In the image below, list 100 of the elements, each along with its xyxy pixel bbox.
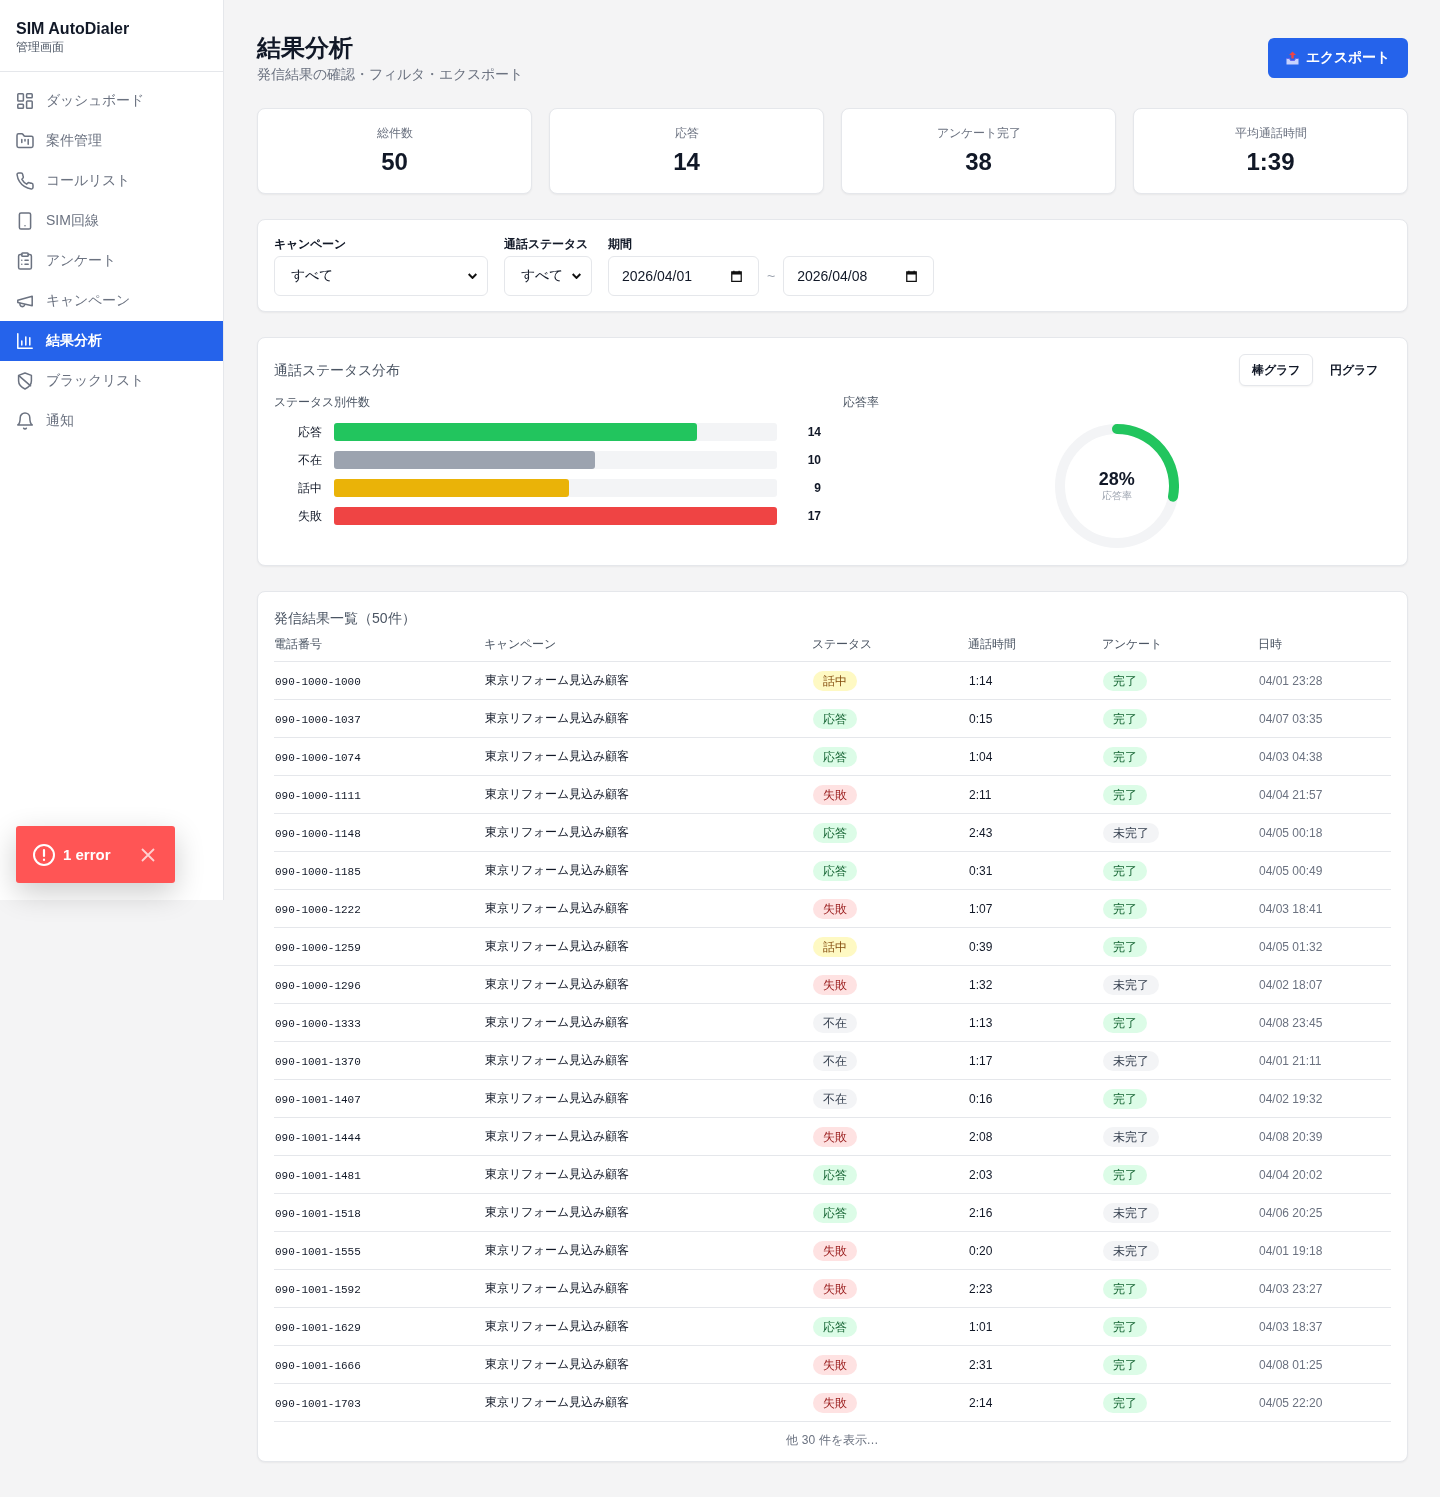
duration-cell: 1:32 <box>969 977 993 992</box>
column-header: アンケート <box>1102 637 1162 651</box>
datetime-cell: 04/04 20:02 <box>1259 1167 1323 1182</box>
status-badge: 失敗 <box>813 974 857 995</box>
datetime-cell: 04/01 23:28 <box>1259 673 1323 688</box>
brand-name: SIM AutoDialer <box>16 19 131 39</box>
alert-circle-icon <box>33 843 55 866</box>
rate-caption: 応答率 <box>1101 490 1132 502</box>
tray-arrow-up-icon <box>1286 51 1299 65</box>
datetime-cell: 04/05 00:49 <box>1259 863 1323 878</box>
stat-value: 14 <box>672 147 701 177</box>
status-badge: 不在 <box>813 1088 857 1109</box>
survey-badge: 完了 <box>1103 746 1147 767</box>
chart-view-tab[interactable]: 円グラフ <box>1317 354 1391 386</box>
column-header: 電話番号 <box>274 637 322 651</box>
status-select[interactable]: すべて <box>504 256 592 296</box>
datetime-cell: 04/04 21:57 <box>1259 787 1323 802</box>
survey-badge: 完了 <box>1103 708 1147 729</box>
rate-value: 28% <box>1098 468 1135 490</box>
survey-badge: 未完了 <box>1103 1240 1159 1261</box>
status-badge: 応答 <box>813 708 857 729</box>
phone-cell: 090-1000-1222 <box>275 903 361 916</box>
phone-cell: 090-1001-1444 <box>275 1131 361 1144</box>
phone-cell: 090-1001-1592 <box>275 1283 361 1296</box>
sidebar-item[interactable]: アンケート <box>0 241 223 281</box>
phone-cell: 090-1001-1518 <box>275 1207 361 1220</box>
survey-badge: 未完了 <box>1103 974 1159 995</box>
status-badge: 応答 <box>813 1164 857 1185</box>
duration-cell: 1:04 <box>969 749 993 764</box>
survey-badge: 完了 <box>1103 1088 1147 1109</box>
datetime-cell: 04/01 21:11 <box>1259 1053 1322 1068</box>
status-badge: 失敗 <box>813 1126 857 1147</box>
campaign-cell: 東京リフォーム見込み顧客 <box>485 1091 629 1105</box>
chart-view-tab[interactable]: 棒グラフ <box>1239 354 1313 386</box>
sidebar-item[interactable]: ブラックリスト <box>0 361 223 401</box>
stat-value: 1:39 <box>1245 147 1296 177</box>
close-icon[interactable] <box>141 847 155 862</box>
sidebar-item[interactable]: キャンペーン <box>0 281 223 321</box>
duration-cell: 0:31 <box>969 863 993 878</box>
phone-cell: 090-1000-1259 <box>275 941 361 954</box>
sidebar-item[interactable]: SIM回線 <box>0 201 223 241</box>
bar-count: 10 <box>806 452 821 468</box>
duration-cell: 2:03 <box>969 1167 993 1182</box>
status-badge: 失敗 <box>813 1278 857 1299</box>
filter-label: 通話ステータス <box>504 236 589 252</box>
campaign-cell: 東京リフォーム見込み顧客 <box>485 1053 629 1067</box>
sidebar-item[interactable]: ダッシュボード <box>0 81 223 121</box>
campaign-cell: 東京リフォーム見込み顧客 <box>485 1319 629 1333</box>
datetime-cell: 04/05 00:18 <box>1259 825 1323 840</box>
status-badge: 応答 <box>813 1202 857 1223</box>
date-field[interactable]: 2026/04/01 <box>608 256 759 296</box>
campaign-cell: 東京リフォーム見込み顧客 <box>485 1205 629 1219</box>
campaign-cell: 東京リフォーム見込み顧客 <box>485 939 629 953</box>
chart-title: 応答率 <box>842 395 880 409</box>
datetime-cell: 04/05 01:32 <box>1259 939 1323 954</box>
bar-count: 9 <box>813 480 821 496</box>
stat-label: 応答 <box>673 125 700 141</box>
export-button[interactable]: エクスポート <box>1268 38 1408 78</box>
campaign-cell: 東京リフォーム見込み顧客 <box>485 1243 629 1257</box>
datetime-cell: 04/07 03:35 <box>1259 711 1323 726</box>
datetime-cell: 04/02 19:32 <box>1259 1091 1323 1106</box>
sidebar-item[interactable]: 結果分析 <box>0 321 223 361</box>
phone-cell: 090-1000-1111 <box>275 789 361 802</box>
duration-cell: 1:17 <box>969 1053 993 1068</box>
column-header: 日時 <box>1258 637 1282 651</box>
phone-cell: 090-1001-1481 <box>275 1169 361 1182</box>
duration-cell: 2:11 <box>969 787 992 802</box>
sidebar-item[interactable]: 案件管理 <box>0 121 223 161</box>
phone-cell: 090-1000-1000 <box>275 675 361 688</box>
status-badge: 話中 <box>813 936 857 957</box>
status-badge: 不在 <box>813 1012 857 1033</box>
campaign-select[interactable]: すべて <box>274 256 488 296</box>
bar-count: 14 <box>806 424 821 440</box>
folder-icon <box>17 133 33 149</box>
column-header: ステータス <box>812 637 872 651</box>
survey-badge: 完了 <box>1103 1316 1147 1337</box>
duration-cell: 1:13 <box>969 1015 993 1030</box>
sidebar-item[interactable]: コールリスト <box>0 161 223 201</box>
bar-label: 失敗 <box>297 508 322 524</box>
stat-label: 総件数 <box>375 125 414 141</box>
calendar-icon <box>906 270 918 282</box>
status-badge: 話中 <box>813 670 857 691</box>
campaign-cell: 東京リフォーム見込み顧客 <box>485 673 629 687</box>
datetime-cell: 04/03 23:27 <box>1259 1281 1323 1296</box>
duration-cell: 1:01 <box>969 1319 993 1334</box>
bar-label: 不在 <box>297 452 322 468</box>
chart-title: ステータス別件数 <box>274 395 371 409</box>
datetime-cell: 04/03 04:38 <box>1259 749 1323 764</box>
date-field[interactable]: 2026/04/08 <box>783 256 935 296</box>
brand-subtitle: 管理画面 <box>16 39 65 55</box>
survey-badge: 未完了 <box>1103 822 1159 843</box>
survey-badge: 完了 <box>1103 860 1147 881</box>
campaign-cell: 東京リフォーム見込み顧客 <box>485 711 629 725</box>
page-subtitle: 発信結果の確認・フィルタ・エクスポート <box>257 65 523 84</box>
show-more-link[interactable]: 他 30 件を表示… <box>786 1433 879 1447</box>
sidebar-item[interactable]: 通知 <box>0 401 223 441</box>
status-badge: 不在 <box>813 1050 857 1071</box>
duration-cell: 2:16 <box>969 1205 993 1220</box>
range-separator: ~ <box>767 268 776 284</box>
page-title: 結果分析 <box>257 33 354 63</box>
